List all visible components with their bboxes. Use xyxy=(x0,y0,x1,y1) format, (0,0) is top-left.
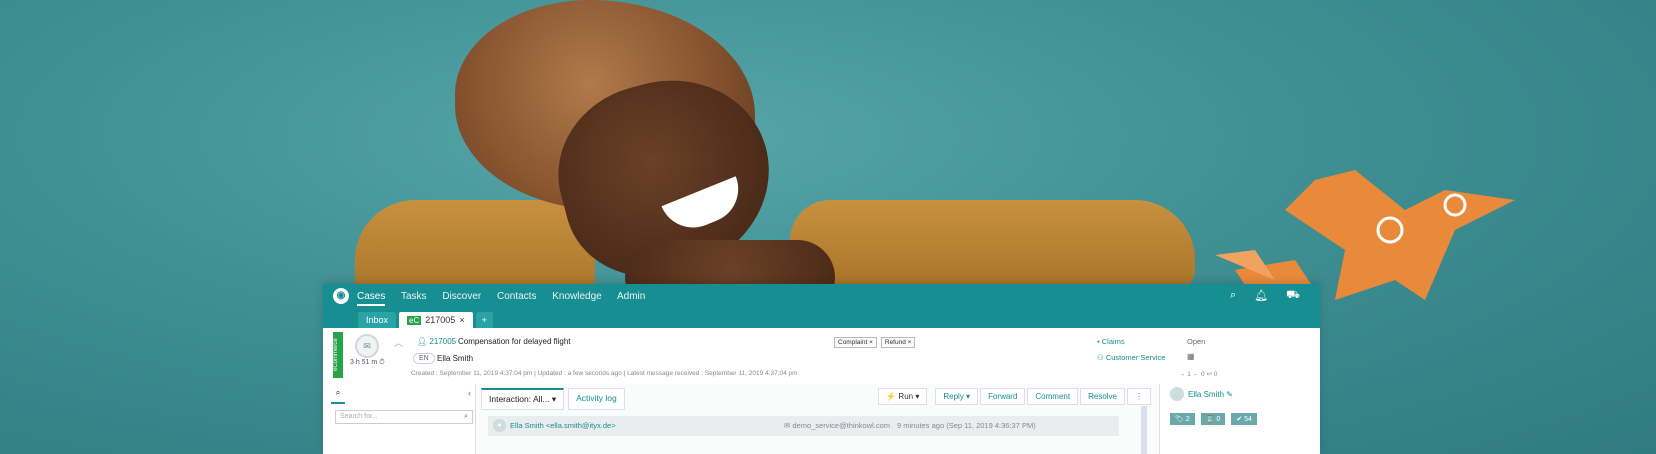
photo-sweater-right xyxy=(790,200,1195,290)
channel-label: eCommerce xyxy=(333,332,343,378)
chevron-left-icon[interactable]: ‹ xyxy=(468,388,471,398)
chevron-up-icon[interactable]: ︿ xyxy=(394,336,403,349)
right-pane: Ella Smith ✎ 🏷︎ 2 ⌛ 0 ✔ 54 xyxy=(1159,384,1320,454)
queue-customer-service[interactable]: ⚇ Customer Service xyxy=(1097,353,1165,362)
run-label: Run xyxy=(898,392,914,401)
created-date: Created : September 11, 2019 4:37:04 pm xyxy=(411,370,533,377)
pending-count: 0 xyxy=(1216,416,1221,423)
user-icon: 👤︎ xyxy=(417,337,428,346)
calendar-icon[interactable]: ▦ xyxy=(1187,352,1195,361)
tag-list: Complaint × Refund × xyxy=(834,337,916,348)
latest-message-date: Latest message received : September 11, … xyxy=(627,370,798,377)
queue-service-label: Customer Service xyxy=(1105,353,1166,362)
message-header[interactable]: ● Ella Smith <ella.smith@ityx.de> ✉ demo… xyxy=(488,416,1119,436)
message-counts: → 1 ← 0 ↩ 0 xyxy=(1179,371,1218,378)
more-icon[interactable]: ⋮ xyxy=(1127,388,1151,405)
work-area: ⌕ ‹ Search for... ⌕ Interaction: All... … xyxy=(323,384,1320,454)
tab-case[interactable]: eC 217005 × xyxy=(399,312,473,328)
case-title: Compensation for delayed flight xyxy=(458,337,571,346)
avatar xyxy=(1170,387,1184,401)
tab-inbox[interactable]: Inbox xyxy=(358,312,397,328)
case-meta: Created : September 11, 2019 4:37:04 pm … xyxy=(411,370,798,377)
search-icon[interactable]: ⌕ xyxy=(1230,289,1236,303)
tab-case-label: 217005 xyxy=(425,315,456,325)
message-to: ✉ demo_service@thinkowl.com xyxy=(784,421,890,430)
reply-label: Reply xyxy=(943,392,964,401)
contact-name[interactable]: Ella Smith xyxy=(437,354,473,363)
nav-discover[interactable]: Discover xyxy=(442,291,481,302)
middle-tabs: Interaction: All... ▾ Activity log xyxy=(481,388,625,410)
avatar: ● xyxy=(493,419,506,432)
nav-contacts[interactable]: Contacts xyxy=(497,291,536,302)
scrollbar[interactable] xyxy=(1141,406,1147,454)
message-from[interactable]: Ella Smith <ella.smith@ityx.de> xyxy=(510,421,616,430)
updated-date: Updated : a few seconds ago xyxy=(537,370,622,377)
action-toolbar: ⚡ Run ▾ Reply ▾ Forward Comment Resolve … xyxy=(878,388,1151,405)
nav-cases[interactable]: Cases xyxy=(357,290,386,306)
mail-icon: ✉ xyxy=(355,334,379,358)
tag-label: Refund xyxy=(884,339,906,346)
tags-badge[interactable]: 🏷︎ 2 xyxy=(1170,413,1195,425)
pending-badge[interactable]: ⌛ 0 xyxy=(1200,413,1226,425)
top-icons: ⌕ 🔔︎ ⛟ xyxy=(1230,289,1300,303)
tag-label: Complaint xyxy=(838,339,868,346)
main-nav: Cases Tasks Discover Contacts Knowledge … xyxy=(357,290,658,306)
middle-pane: Interaction: All... ▾ Activity log ⚡ Run… xyxy=(476,384,1159,454)
case-id-value: 217005 xyxy=(429,337,457,346)
top-navbar: ◉ Cases Tasks Discover Contacts Knowledg… xyxy=(323,284,1320,308)
tab-activity-log[interactable]: Activity log xyxy=(568,388,625,410)
folder-icon: ▪ xyxy=(1097,337,1100,346)
tag-refund[interactable]: Refund × xyxy=(880,337,916,348)
cart-icon[interactable]: ⛟ xyxy=(1286,289,1300,303)
language-badge: EN xyxy=(413,353,435,364)
forward-button[interactable]: Forward xyxy=(980,388,1026,405)
comment-button[interactable]: Comment xyxy=(1027,388,1079,405)
queue-claims-label: Claims xyxy=(1101,337,1125,346)
done-badge[interactable]: ✔ 54 xyxy=(1231,413,1257,425)
group-icon: ⚇ xyxy=(1097,353,1104,362)
contact-badges: 🏷︎ 2 ⌛ 0 ✔ 54 xyxy=(1170,413,1257,425)
time-left: 3 h 51 m ⏱ xyxy=(350,359,385,367)
search-icon[interactable]: ⌕ xyxy=(464,411,468,423)
pencil-icon[interactable]: ✎ xyxy=(1226,390,1233,399)
done-count: 54 xyxy=(1244,416,1252,423)
case-id[interactable]: 👤︎ 217005 xyxy=(417,337,456,346)
contact-name-value: Ella Smith xyxy=(1188,390,1225,399)
app-window: ◉ Cases Tasks Discover Contacts Knowledg… xyxy=(323,284,1320,454)
ecommerce-badge: eC xyxy=(407,315,422,325)
close-icon[interactable]: × xyxy=(459,315,464,325)
timer-icon: ⏱ xyxy=(379,359,385,366)
nav-tasks[interactable]: Tasks xyxy=(401,291,427,302)
contact-name[interactable]: Ella Smith ✎ xyxy=(1188,390,1233,399)
case-header: eCommerce ✉ 3 h 51 m ⏱ ︿ 👤︎ 217005 Compe… xyxy=(323,328,1320,385)
run-button[interactable]: ⚡ Run ▾ xyxy=(878,388,928,405)
case-status[interactable]: Open xyxy=(1187,337,1205,346)
left-pane: ⌕ ‹ Search for... ⌕ xyxy=(323,384,476,454)
tab-bar: Inbox eC 217005 × + xyxy=(323,308,1320,328)
search-placeholder: Search for... xyxy=(340,413,378,420)
queue-claims[interactable]: ▪ Claims xyxy=(1097,337,1125,346)
resolve-button[interactable]: Resolve xyxy=(1080,388,1125,405)
bell-icon[interactable]: 🔔︎ xyxy=(1254,289,1268,303)
tag-complaint[interactable]: Complaint × xyxy=(834,337,877,348)
search-input[interactable]: Search for... ⌕ xyxy=(335,410,473,424)
tab-interaction-label: Interaction: All... xyxy=(489,394,550,404)
time-left-value: 3 h 51 m xyxy=(350,359,378,366)
nav-knowledge[interactable]: Knowledge xyxy=(552,291,601,302)
owl-logo-icon[interactable]: ◉ xyxy=(333,288,349,304)
mail-icon: ✉ xyxy=(784,421,791,430)
add-tab-button[interactable]: + xyxy=(475,312,493,328)
message-to-value: demo_service@thinkowl.com xyxy=(792,421,891,430)
message-time: 9 minutes ago (Sep 11, 2019 4:36:37 PM) xyxy=(897,421,1036,430)
reply-button[interactable]: Reply ▾ xyxy=(935,388,979,405)
search-tab-icon[interactable]: ⌕ xyxy=(331,388,345,404)
tags-count: 2 xyxy=(1185,416,1190,423)
nav-admin[interactable]: Admin xyxy=(617,291,645,302)
tab-interaction[interactable]: Interaction: All... ▾ xyxy=(481,388,565,410)
